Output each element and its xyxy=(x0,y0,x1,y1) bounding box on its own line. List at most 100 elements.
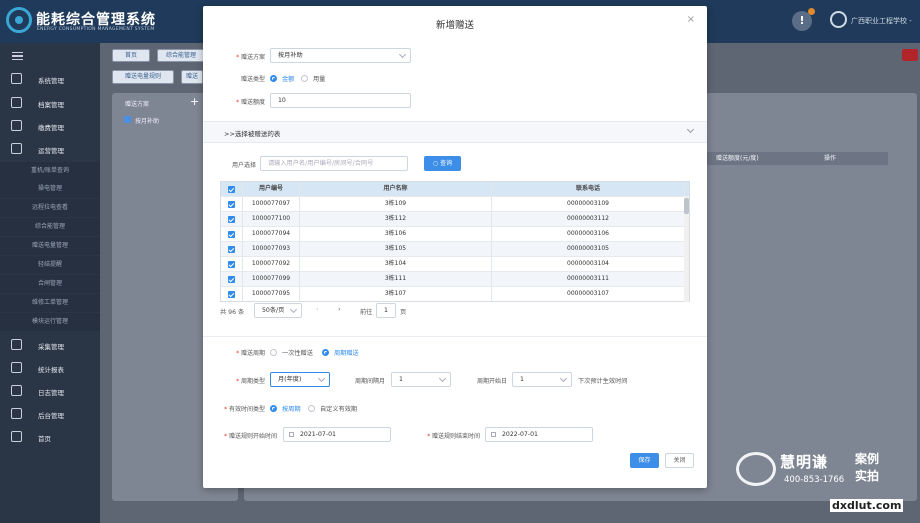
user-search-input[interactable]: 请输入用户名/用户编号/房间号/合同号 xyxy=(260,156,408,171)
cell-user-name: 3栋106 xyxy=(300,227,492,242)
table-row[interactable]: 1000077093 3栋105 00000003105 xyxy=(221,242,689,257)
watermark-site: dxdlut.com xyxy=(830,499,904,512)
goto-page-input[interactable]: 1 xyxy=(376,303,396,318)
calendar-icon xyxy=(491,432,496,437)
end-date-input[interactable]: 2022-07-01 xyxy=(485,427,593,442)
menu-toggle-icon[interactable] xyxy=(12,52,23,60)
sidebar-item-backend[interactable]: 后台管理 xyxy=(0,405,100,423)
sidebar-item-label: 采集管理 xyxy=(38,343,64,351)
period-cycle-radio[interactable] xyxy=(322,349,329,356)
plan-select[interactable]: 按月补助 xyxy=(270,48,411,63)
table-row[interactable]: 1000077092 3栋104 00000003104 xyxy=(221,257,689,272)
query-button[interactable]: ○ 查询 xyxy=(424,156,461,171)
goto-label: 前往 xyxy=(360,309,373,316)
row-checkbox[interactable] xyxy=(221,257,243,272)
sidebar-subitem[interactable]: 维修工单管理 xyxy=(0,294,100,312)
sidebar-subitem[interactable]: 轻结提醒 xyxy=(0,256,100,274)
table-row[interactable]: 1000077099 3栋111 00000003111 xyxy=(221,272,689,287)
tab-gift[interactable]: 赠送 xyxy=(181,70,203,84)
sidebar-subitem[interactable]: 重机/账单查询 xyxy=(0,162,100,180)
select-all-checkbox[interactable] xyxy=(221,182,243,197)
row-checkbox[interactable] xyxy=(221,212,243,227)
quota-input[interactable]: 10 xyxy=(270,93,411,108)
validity-cycle-label[interactable]: 按周期 xyxy=(282,404,301,413)
type-amount-radio[interactable] xyxy=(270,75,277,82)
sidebar-item-archive[interactable]: 档案管理 xyxy=(0,94,100,112)
user-name[interactable]: 广西职业工程学校 - xyxy=(851,16,912,26)
cell-user-id: 1000077099 xyxy=(243,272,300,287)
chevron-down-icon xyxy=(289,305,298,314)
sidebar-item-label: 日志管理 xyxy=(38,389,64,397)
cell-phone: 00000003106 xyxy=(492,227,685,242)
section-title: >>选择被赠送的表 xyxy=(224,130,281,138)
sidebar-item-system[interactable]: 系统管理 xyxy=(0,70,100,88)
period-cycle-label[interactable]: 周期赠送 xyxy=(334,348,359,357)
close-icon[interactable]: × xyxy=(687,14,695,25)
prev-page-icon[interactable]: ‹ xyxy=(316,306,318,313)
row-checkbox[interactable] xyxy=(221,197,243,212)
table-row[interactable]: 1000077097 3栋109 00000003109 xyxy=(221,197,689,212)
table-scroll-thumb[interactable] xyxy=(684,198,689,214)
add-gift-dialog: 新增赠送 × * 赠送方案 按月补助 赠送类型 金额 用量 * 赠送额度 10 … xyxy=(203,6,707,488)
sidebar-subitem[interactable]: 远程拉电查看 xyxy=(0,199,100,217)
red-action-button[interactable] xyxy=(902,49,918,61)
cell-user-name: 3栋105 xyxy=(300,242,492,257)
sidebar-item-home[interactable]: 首页 xyxy=(0,428,100,446)
chevron-down-icon xyxy=(317,374,326,383)
start-day-select[interactable]: 1 xyxy=(512,372,572,387)
system-icon xyxy=(11,73,22,84)
sidebar-subitem[interactable]: 模块运行管理 xyxy=(0,313,100,331)
sidebar-item-log[interactable]: 日志管理 xyxy=(0,382,100,400)
cell-phone: 00000003107 xyxy=(492,287,685,301)
search-icon: ○ xyxy=(432,160,441,167)
next-page-icon[interactable]: › xyxy=(338,306,340,313)
sidebar-subitem[interactable]: 合闸管理 xyxy=(0,275,100,293)
sidebar-subitem[interactable]: 赠送电量管理 xyxy=(0,237,100,255)
row-checkbox[interactable] xyxy=(221,272,243,287)
sidebar-item-report[interactable]: 统计报表 xyxy=(0,359,100,377)
cell-user-name: 3栋104 xyxy=(300,257,492,272)
interval-label: 周期间隔月 xyxy=(354,378,385,385)
validity-custom-label[interactable]: 自定义有效期 xyxy=(320,404,357,413)
table-row[interactable]: 1000077100 3栋112 00000003112 xyxy=(221,212,689,227)
tab-gift-rules[interactable]: 赠送电量规则 xyxy=(112,70,174,84)
row-checkbox[interactable] xyxy=(221,242,243,257)
chevron-down-icon[interactable] xyxy=(686,125,695,134)
table-row[interactable]: 1000077094 3栋106 00000003106 xyxy=(221,227,689,242)
row-checkbox[interactable] xyxy=(221,287,243,301)
user-select-label: 用户选择 xyxy=(231,162,256,169)
archive-icon xyxy=(11,97,22,108)
period-once-radio[interactable] xyxy=(270,349,277,356)
add-plan-icon[interactable]: + xyxy=(190,95,199,108)
user-avatar-icon[interactable] xyxy=(830,11,847,28)
table-row[interactable]: 1000077095 3栋107 00000003107 xyxy=(221,287,689,301)
tab-home[interactable]: 首页 xyxy=(112,49,150,62)
sidebar-subitem[interactable]: 综合能管理 xyxy=(0,218,100,236)
sidebar-item-payment[interactable]: 缴费管理 xyxy=(0,117,100,135)
watermark-brand: 慧明谦 xyxy=(780,453,829,471)
save-button[interactable]: 保存 xyxy=(630,453,659,468)
period-once-label[interactable]: 一次性赠送 xyxy=(282,348,313,357)
cell-user-name: 3栋107 xyxy=(300,287,492,301)
page-size-select[interactable]: 50条/页 xyxy=(254,303,302,318)
sidebar-item-operation[interactable]: 运营管理 xyxy=(0,140,100,158)
sidebar-item-collect[interactable]: 采集管理 xyxy=(0,336,100,354)
type-usage-radio[interactable] xyxy=(301,75,308,82)
cycle-type-select[interactable]: 月(年度) xyxy=(270,372,330,387)
sidebar-subitem[interactable]: 操电管理 xyxy=(0,180,100,198)
type-amount-label[interactable]: 金额 xyxy=(282,74,294,83)
plan-checkbox[interactable] xyxy=(124,116,131,123)
start-date-input[interactable]: 2021-07-01 xyxy=(283,427,391,442)
select-meters-section[interactable]: >>选择被赠送的表 xyxy=(203,121,707,143)
watermark-phone: 400-853-1766 xyxy=(784,475,845,485)
app-title: 能耗综合管理系统 xyxy=(36,12,156,28)
tab-energy[interactable]: 综合能管理 xyxy=(157,49,205,62)
type-usage-label[interactable]: 用量 xyxy=(313,74,325,83)
close-button[interactable]: 关闭 xyxy=(665,453,694,468)
table-header: 用户编号 用户名称 联系电话 xyxy=(221,182,689,197)
end-date-label: * 赠送规则结束时间 xyxy=(427,433,480,440)
row-checkbox[interactable] xyxy=(221,227,243,242)
validity-cycle-radio[interactable] xyxy=(270,405,277,412)
validity-custom-radio[interactable] xyxy=(308,405,315,412)
interval-select[interactable]: 1 xyxy=(391,372,451,387)
